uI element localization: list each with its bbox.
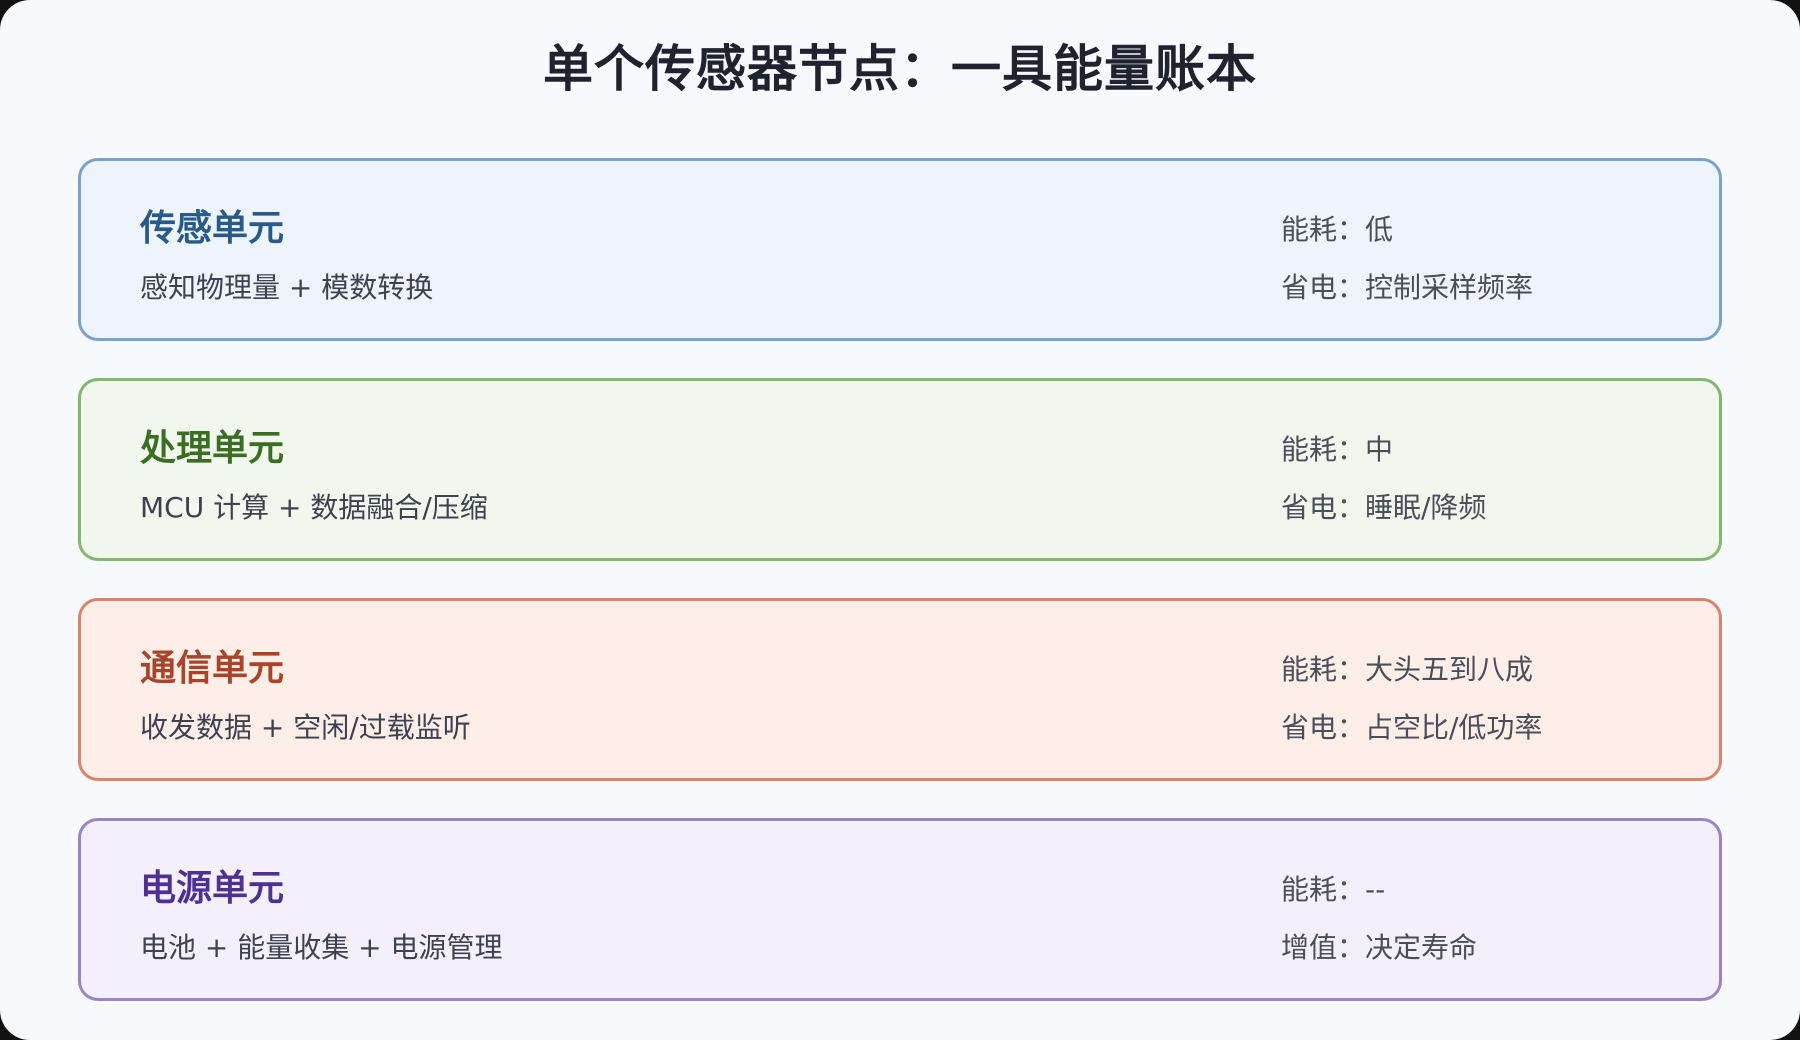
page-title: 单个传感器节点：一具能量账本 — [543, 40, 1257, 98]
unit-energy-consumption: 能耗：中 — [1281, 433, 1394, 466]
unit-description: 感知物理量 + 模数转换 — [140, 271, 434, 304]
unit-description: 电池 + 能量收集 + 电源管理 — [140, 931, 503, 964]
unit-description: 收发数据 + 空闲/过载监听 — [140, 711, 471, 744]
unit-name: 处理单元 — [140, 428, 285, 469]
unit-energy-consumption: 能耗：-- — [1281, 873, 1386, 906]
unit-name: 传感单元 — [140, 208, 285, 249]
unit-card-processing: 处理单元 MCU 计算 + 数据融合/压缩 能耗：中 省电：睡眠/降频 — [78, 378, 1722, 561]
unit-energy-consumption: 能耗：低 — [1281, 213, 1394, 246]
unit-list: 传感单元 感知物理量 + 模数转换 能耗：低 省电：控制采样频率 处理单元 MC… — [78, 158, 1722, 1038]
unit-power-saving: 省电：睡眠/降频 — [1281, 491, 1487, 524]
unit-energy-consumption: 能耗：大头五到八成 — [1281, 653, 1534, 686]
unit-name: 通信单元 — [140, 648, 285, 689]
diagram-canvas: 单个传感器节点：一具能量账本 传感单元 感知物理量 + 模数转换 能耗：低 省电… — [0, 0, 1800, 1040]
unit-power-saving: 省电：控制采样频率 — [1281, 271, 1534, 304]
unit-card-communication: 通信单元 收发数据 + 空闲/过载监听 能耗：大头五到八成 省电：占空比/低功率 — [78, 598, 1722, 781]
unit-power-saving: 省电：占空比/低功率 — [1281, 711, 1543, 744]
unit-name: 电源单元 — [140, 868, 285, 909]
unit-added-value: 增值：决定寿命 — [1281, 931, 1478, 964]
unit-card-sensing: 传感单元 感知物理量 + 模数转换 能耗：低 省电：控制采样频率 — [78, 158, 1722, 341]
unit-card-power: 电源单元 电池 + 能量收集 + 电源管理 能耗：-- 增值：决定寿命 — [78, 818, 1722, 1001]
unit-description: MCU 计算 + 数据融合/压缩 — [140, 491, 488, 524]
